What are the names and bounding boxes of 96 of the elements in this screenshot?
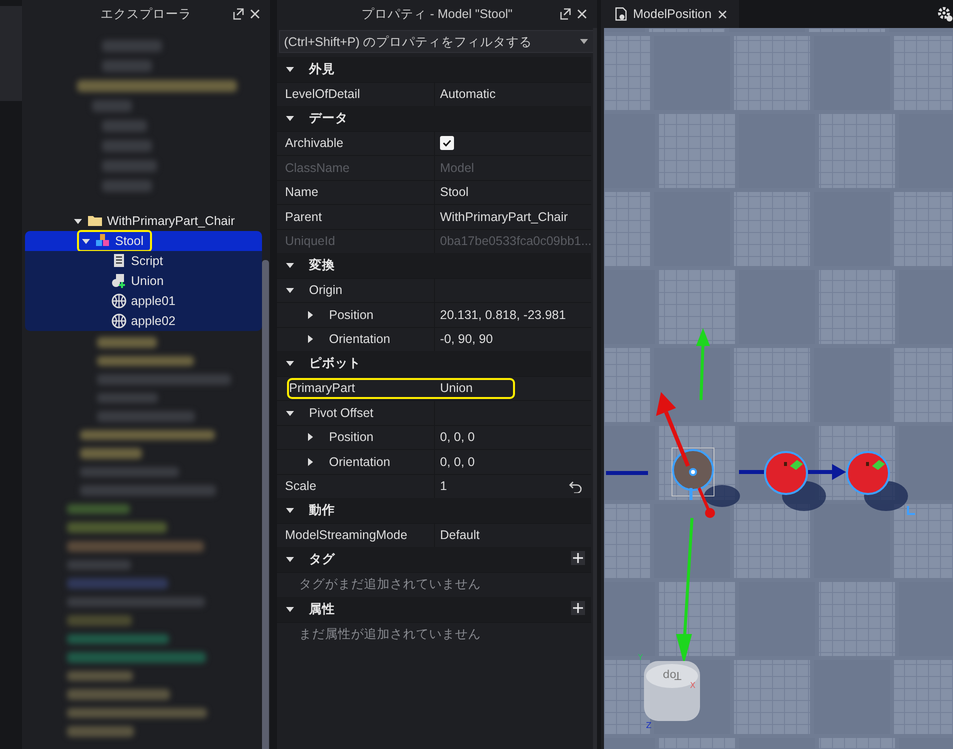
item-label: apple02 xyxy=(131,314,176,328)
section-title: 外見 xyxy=(309,60,335,78)
property-value[interactable]: 0, 0, 0 xyxy=(440,430,475,444)
property-name: Origin xyxy=(309,283,342,298)
property-name: UniqueId xyxy=(285,234,336,248)
globe-icon xyxy=(111,293,127,309)
property-value[interactable]: Union xyxy=(440,381,473,396)
section-title: 変換 xyxy=(309,256,335,274)
property-value[interactable]: 20.131, 0.818, -23.981 xyxy=(440,308,566,322)
tree-item[interactable]: apple01 xyxy=(25,291,262,311)
panel-title: エクスプローラ xyxy=(100,6,192,22)
checkbox[interactable] xyxy=(440,136,454,150)
axis-label: X xyxy=(690,681,696,690)
property-name: ModelStreamingMode xyxy=(285,528,408,542)
view-cube[interactable] xyxy=(644,661,700,721)
property-name: Scale xyxy=(285,479,316,494)
settings-icon[interactable] xyxy=(937,6,953,22)
item-label: apple01 xyxy=(131,294,176,308)
item-label: Union xyxy=(131,274,164,288)
union-shape-icon xyxy=(111,273,127,289)
tree-item[interactable]: apple02 xyxy=(25,311,262,331)
apple-drawing xyxy=(764,451,826,511)
filter-field[interactable]: (Ctrl+Shift+P) のプロパティをフィルタする xyxy=(279,30,595,53)
rotate-handle-drawing[interactable] xyxy=(656,392,715,518)
property-name: Position xyxy=(329,308,374,322)
empty-message: まだ属性が追加されていません xyxy=(277,622,591,647)
expand-arrow-icon[interactable] xyxy=(305,334,315,344)
view-cube-label: Top xyxy=(662,669,682,682)
section-title: データ xyxy=(309,110,348,127)
checkmark-icon xyxy=(442,138,452,148)
collapse-arrow-icon[interactable] xyxy=(73,216,83,226)
add-icon[interactable] xyxy=(571,551,585,565)
property-value[interactable]: Default xyxy=(440,528,480,542)
section-title: タグ xyxy=(309,550,335,568)
property-value[interactable]: 1 xyxy=(440,479,447,494)
property-name: Orientation xyxy=(329,454,390,469)
property-value[interactable]: 0, 0, 0 xyxy=(440,454,475,469)
item-label: WithPrimaryPart_Chair xyxy=(107,214,235,228)
property-name: PrimaryPart xyxy=(289,381,355,396)
script-icon xyxy=(111,253,127,269)
tree-item[interactable]: Stool xyxy=(25,231,262,251)
tree-item[interactable]: WithPrimaryPart_Chair xyxy=(25,211,262,231)
property-value[interactable]: Stool xyxy=(440,185,468,200)
stool-model-drawing xyxy=(672,448,740,507)
property-value[interactable]: WithPrimaryPart_Chair xyxy=(440,210,568,224)
undock-icon[interactable] xyxy=(559,8,571,20)
axis-label: Y xyxy=(638,653,643,662)
property-value[interactable]: Automatic xyxy=(440,87,496,102)
property-value: 0ba17be0533fca0c09bb1... xyxy=(440,234,592,248)
close-icon[interactable] xyxy=(577,9,587,19)
property-value[interactable]: -0, 90, 90 xyxy=(440,332,493,346)
expand-arrow-icon[interactable] xyxy=(305,456,315,467)
expand-arrow-icon[interactable] xyxy=(305,310,315,320)
add-icon[interactable] xyxy=(571,601,585,615)
item-label: Script xyxy=(131,254,163,268)
document-tab[interactable]: ModelPosition xyxy=(601,0,739,28)
move-arrow-right[interactable] xyxy=(737,464,846,480)
collapse-arrow-icon[interactable] xyxy=(285,604,295,614)
document-icon xyxy=(615,7,627,21)
collapse-arrow-icon[interactable] xyxy=(285,358,295,368)
property-name: Name xyxy=(285,185,318,200)
tree-item[interactable]: Union xyxy=(25,271,262,291)
section-title: 動作 xyxy=(309,502,335,519)
property-name: Position xyxy=(329,430,374,444)
close-icon[interactable] xyxy=(718,10,727,18)
property-name: LevelOfDetail xyxy=(285,87,360,102)
property-value: Model xyxy=(440,160,474,175)
property-name: Pivot Offset xyxy=(309,406,374,420)
collapse-arrow-icon[interactable] xyxy=(285,285,295,296)
undock-icon[interactable] xyxy=(232,8,244,20)
section-title: 属性 xyxy=(309,600,335,618)
globe-icon xyxy=(111,313,127,329)
dropdown-caret-icon[interactable] xyxy=(580,38,588,44)
item-label: Stool xyxy=(115,234,144,248)
collapse-arrow-icon[interactable] xyxy=(285,260,295,270)
collapse-arrow-icon[interactable] xyxy=(81,236,91,246)
expand-arrow-icon[interactable] xyxy=(305,432,315,442)
reset-icon[interactable] xyxy=(569,480,583,492)
collapse-arrow-icon[interactable] xyxy=(285,554,295,564)
scrollbar[interactable] xyxy=(262,260,269,749)
section-title: ピボット xyxy=(309,354,361,372)
collapse-arrow-icon[interactable] xyxy=(285,505,295,516)
model-blocks-icon xyxy=(95,233,111,249)
collapse-arrow-icon[interactable] xyxy=(285,113,295,124)
panel-title: プロパティ - Model "Stool" xyxy=(362,6,512,22)
selection-corner-icon xyxy=(907,506,915,515)
tree-item[interactable]: Script xyxy=(25,251,262,271)
property-name: Archivable xyxy=(285,136,344,150)
property-name: Parent xyxy=(285,210,322,224)
property-name: Orientation xyxy=(329,332,390,346)
axis-label: Z xyxy=(646,721,652,730)
apple-drawing xyxy=(846,451,908,511)
collapse-arrow-icon[interactable] xyxy=(285,64,295,74)
property-name: ClassName xyxy=(285,160,350,175)
folder-icon xyxy=(87,213,103,229)
close-icon[interactable] xyxy=(250,9,260,19)
